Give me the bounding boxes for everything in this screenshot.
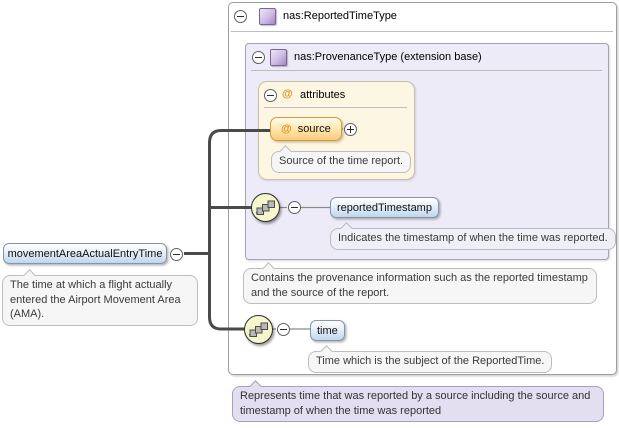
type-doc-text: Represents time that was reported by a s… (240, 390, 590, 417)
root-doc-tooltip: The time at which a flight actually ente… (2, 275, 198, 326)
collapse-toggle-icon[interactable] (288, 201, 301, 214)
type-title: nas:ReportedTimeType (283, 10, 397, 22)
source-doc-tooltip: Source of the time report. (271, 151, 411, 173)
attribute-at-icon: @ (282, 88, 293, 100)
element-reported-timestamp[interactable]: reportedTimestamp (330, 197, 439, 218)
collapse-toggle-icon[interactable] (170, 248, 183, 261)
extension-base-title: nas:ProvenanceType (extension base) (294, 51, 482, 63)
complex-type-icon (259, 8, 276, 25)
element-time[interactable]: time (310, 320, 345, 341)
header-separator (231, 31, 613, 32)
collapse-toggle-icon[interactable] (252, 51, 265, 64)
element-movement-area-actual-entry-time[interactable]: movementAreaActualEntryTime (3, 243, 167, 264)
sequence-glyph (255, 197, 276, 218)
complex-type-icon (270, 49, 287, 66)
expand-plus-icon[interactable] (344, 123, 357, 136)
provenance-doc-tooltip: Contains the provenance information such… (243, 268, 597, 304)
time-doc-tooltip: Time which is the subject of the Reporte… (308, 351, 552, 373)
attributes-label: attributes (300, 89, 345, 101)
sequence-glyph (248, 319, 269, 340)
source-doc-text: Source of the time report. (279, 155, 403, 167)
collapse-toggle-icon[interactable] (277, 323, 290, 336)
header-separator (251, 70, 602, 71)
attribute-source[interactable]: @ source (270, 117, 342, 141)
root-doc-text: The time at which a flight actually ente… (10, 279, 181, 320)
schema-diagram: nas:ReportedTimeType nas:ProvenanceType … (0, 0, 619, 428)
sequence-compositor-icon[interactable] (251, 193, 280, 222)
attribute-at-icon: @ (281, 123, 292, 135)
reported-timestamp-doc-text: Indicates the timestamp of when the time… (338, 232, 608, 244)
collapse-toggle-icon[interactable] (264, 89, 277, 102)
type-doc-tooltip: Represents time that was reported by a s… (232, 386, 604, 422)
sequence-compositor-icon[interactable] (244, 315, 273, 344)
attribute-name: source (298, 123, 331, 135)
header-separator (264, 107, 407, 108)
collapse-toggle-icon[interactable] (234, 10, 247, 23)
provenance-doc-text: Contains the provenance information such… (251, 272, 588, 299)
reported-timestamp-doc-tooltip: Indicates the timestamp of when the time… (330, 228, 616, 250)
time-doc-text: Time which is the subject of the Reporte… (316, 355, 544, 367)
